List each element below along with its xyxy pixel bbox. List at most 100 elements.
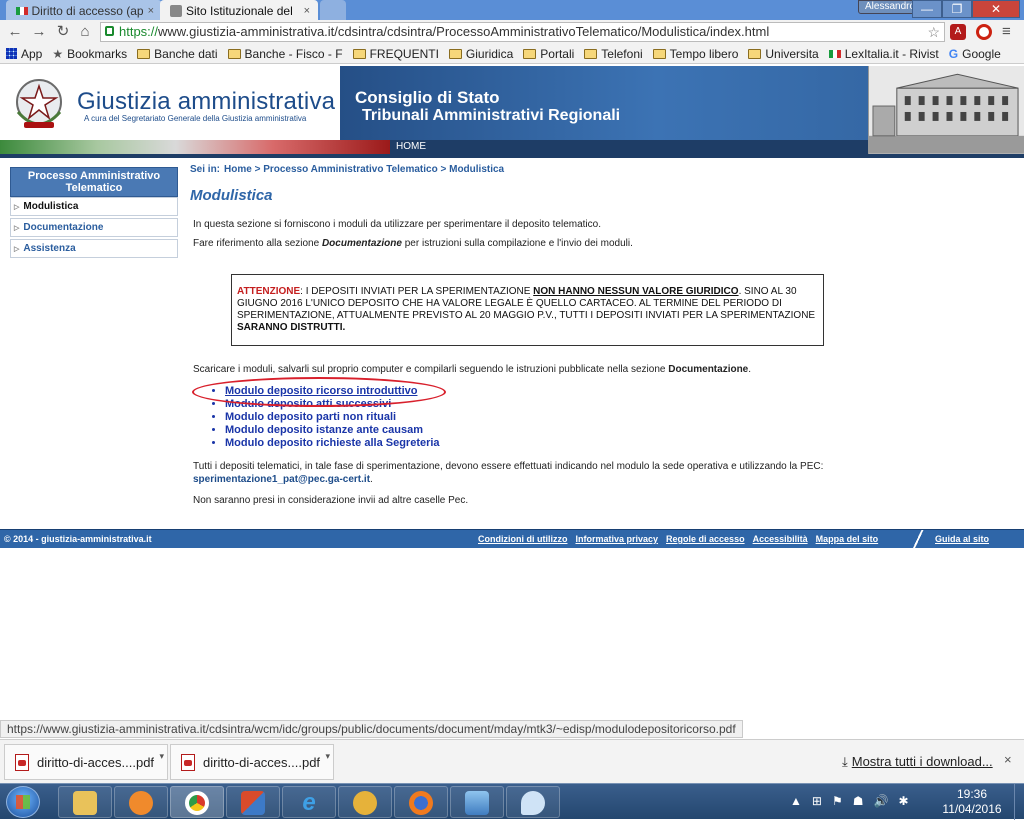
list-item: Modulo deposito parti non rituali [225,411,1010,424]
home-icon[interactable]: ⌂ [76,24,94,40]
bookmarks-bar: App ★ Bookmarks Banche dati Banche - Fisc… [0,44,1024,64]
bookmark-portali[interactable]: Portali [523,47,574,61]
bookmark-frequenti[interactable]: FREQUENTI [352,47,439,61]
chevron-down-icon[interactable]: ▾ [325,751,330,762]
pec-text: Tutti i depositi telematici, in tale fas… [193,461,824,472]
chrome-menu-icon[interactable]: ≡ [1002,24,1018,40]
warning-box: ATTENZIONE: I DEPOSITI INVIATI PER LA SP… [231,274,824,346]
footer-link-regole[interactable]: Regole di accesso [666,530,745,549]
documentazione-emphasis: Documentazione [321,238,402,249]
list-item: Modulo deposito richieste alla Segreteri… [225,437,1010,450]
sidebar-item-documentazione[interactable]: ▷ Documentazione [10,218,178,237]
reload-icon[interactable]: ↻ [54,24,72,40]
bookmark-bookmarks[interactable]: ★ Bookmarks [52,47,127,61]
download-text: Scaricare i moduli, salvarli sul proprio… [193,364,669,375]
sidebar-item-modulistica[interactable]: ▷ Modulistica [10,197,178,216]
show-desktop-button[interactable] [1014,784,1024,820]
home-link[interactable]: HOME [396,141,426,152]
download-item[interactable]: diritto-di-acces....pdf ▾ [4,744,168,780]
folder-icon [137,48,151,59]
tab-sito-istituzionale[interactable]: Sito Istituzionale del × [160,0,318,20]
module-link-ricorso-introduttivo[interactable]: Modulo deposito ricorso introduttivo [225,385,417,397]
site-favicon-icon [170,5,182,17]
module-link-richieste-segreteria[interactable]: Modulo deposito richieste alla Segreteri… [225,437,440,449]
media-player-icon[interactable] [114,786,168,818]
back-icon[interactable]: ← [6,24,24,40]
show-all-label: Mostra tutti i download... [851,754,993,769]
show-hidden-icons-icon[interactable]: ▲ [790,794,802,808]
arrow-right-icon: ▷ [14,245,20,253]
bookmark-banche-fisco[interactable]: Banche - Fisco - F [227,46,343,61]
address-bar[interactable]: https://www.giustizia-amministrativa.it/… [100,22,945,42]
list-item: Modulo deposito atti successivi [225,398,1010,411]
browser-tabstrip: Diritto di accesso (ap × Sito Istituzion… [0,0,1024,20]
site-title[interactable]: Giustizia amministrativa [77,88,335,116]
office-app-icon[interactable] [226,786,280,818]
network-icon[interactable]: ☗ [853,794,864,808]
windows-taskbar: e ▲ ⊞ ⚑ ☗ 🔊 ✱ 19:36 11/04/2016 [0,783,1024,820]
tricolor-strip [0,140,390,154]
maximize-button[interactable]: ❐ [942,0,972,18]
pec-note: Non saranno presi in considerazione invi… [193,495,469,506]
sidebar-item-assistenza[interactable]: ▷ Assistenza [10,239,178,258]
record-extension-icon[interactable] [976,24,992,40]
bookmark-universita[interactable]: Universita [748,47,819,61]
bookmark-app[interactable]: App [6,47,42,61]
module-link-istanze-ante-causam[interactable]: Modulo deposito istanze ante causam [225,424,423,436]
footer-link-condizioni[interactable]: Condizioni di utilizzo [478,530,567,549]
arrow-right-icon: ▷ [14,224,20,232]
dropbox-icon[interactable]: ✱ [898,794,908,808]
sidebar-title: Processo Amministrativo Telematico [10,167,178,197]
chrome-icon[interactable] [170,786,224,818]
chevron-down-icon[interactable]: ▾ [159,751,164,762]
close-downloads-icon[interactable]: × [1004,752,1012,767]
bookmark-giuridica[interactable]: Giuridica [448,47,513,61]
bookmark-tempo-libero[interactable]: Tempo libero [652,47,738,61]
documentazione-bold: Documentazione [668,364,749,375]
module-link-parti-non-rituali[interactable]: Modulo deposito parti non rituali [225,411,396,423]
download-arrow-icon: ⤓ [842,754,848,769]
breadcrumb-home[interactable]: Home > [224,164,260,175]
folder-icon [352,48,366,59]
download-item[interactable]: diritto-di-acces....pdf ▾ [170,744,334,780]
download-filename: diritto-di-acces....pdf [37,754,155,770]
footer-link-mappa[interactable]: Mappa del sito [816,530,879,549]
new-tab-button[interactable] [320,0,346,20]
start-button[interactable] [6,786,40,818]
show-all-downloads-link[interactable]: ⤓ Mostra tutti i download... [842,754,993,770]
footer-link-accessibilita[interactable]: Accessibilità [753,530,808,549]
bookmark-google[interactable]: G Google [949,47,1001,61]
bookmark-star-icon[interactable]: ☆ [927,23,940,41]
module-link-atti-successivi[interactable]: Modulo deposito atti successivi [225,398,391,410]
pdf-extension-icon[interactable]: A [950,24,966,40]
breadcrumb: Sei in: Home > Processo Amministrativo Te… [190,164,1010,175]
tab-diritto-di-accesso[interactable]: Diritto di accesso (ap × [6,0,162,20]
forward-icon[interactable]: → [30,24,48,40]
header-divider [0,154,1024,158]
bookmark-telefoni[interactable]: Telefoni [584,47,643,61]
volume-icon[interactable]: 🔊 [873,794,888,808]
footer-link-privacy[interactable]: Informativa privacy [575,530,658,549]
bookmark-lexitalia[interactable]: LexItalia.it - Rivist [828,47,939,61]
bookmark-label: Banche - Fisco - F [244,46,343,61]
minimize-button[interactable]: — [912,0,942,18]
windows-update-icon[interactable]: ⊞ [812,794,822,808]
tab-close-icon[interactable]: × [148,5,154,17]
close-window-button[interactable]: ✕ [972,0,1020,18]
internet-explorer-icon[interactable]: e [282,786,336,818]
folder-icon [448,48,462,59]
photos-icon[interactable] [450,786,504,818]
bookmark-banche-dati[interactable]: Banche dati [137,47,218,61]
action-center-flag-icon[interactable]: ⚑ [832,794,843,808]
download-filename: diritto-di-acces....pdf [203,754,321,770]
tab-close-icon[interactable]: × [304,5,310,17]
remote-app-icon[interactable] [338,786,392,818]
taskbar-clock[interactable]: 19:36 11/04/2016 [936,787,1008,817]
pec-address-link[interactable]: sperimentazione1_pat@pec.ga-cert.it [193,474,370,485]
breadcrumb-pat[interactable]: Processo Amministrativo Telematico [263,164,438,175]
footer-link-guida[interactable]: Guida al sito [935,530,989,549]
paint-icon[interactable] [506,786,560,818]
reference-text: Fare riferimento alla sezione [193,238,322,249]
firefox-icon[interactable] [394,786,448,818]
explorer-folder-icon[interactable] [58,786,112,818]
